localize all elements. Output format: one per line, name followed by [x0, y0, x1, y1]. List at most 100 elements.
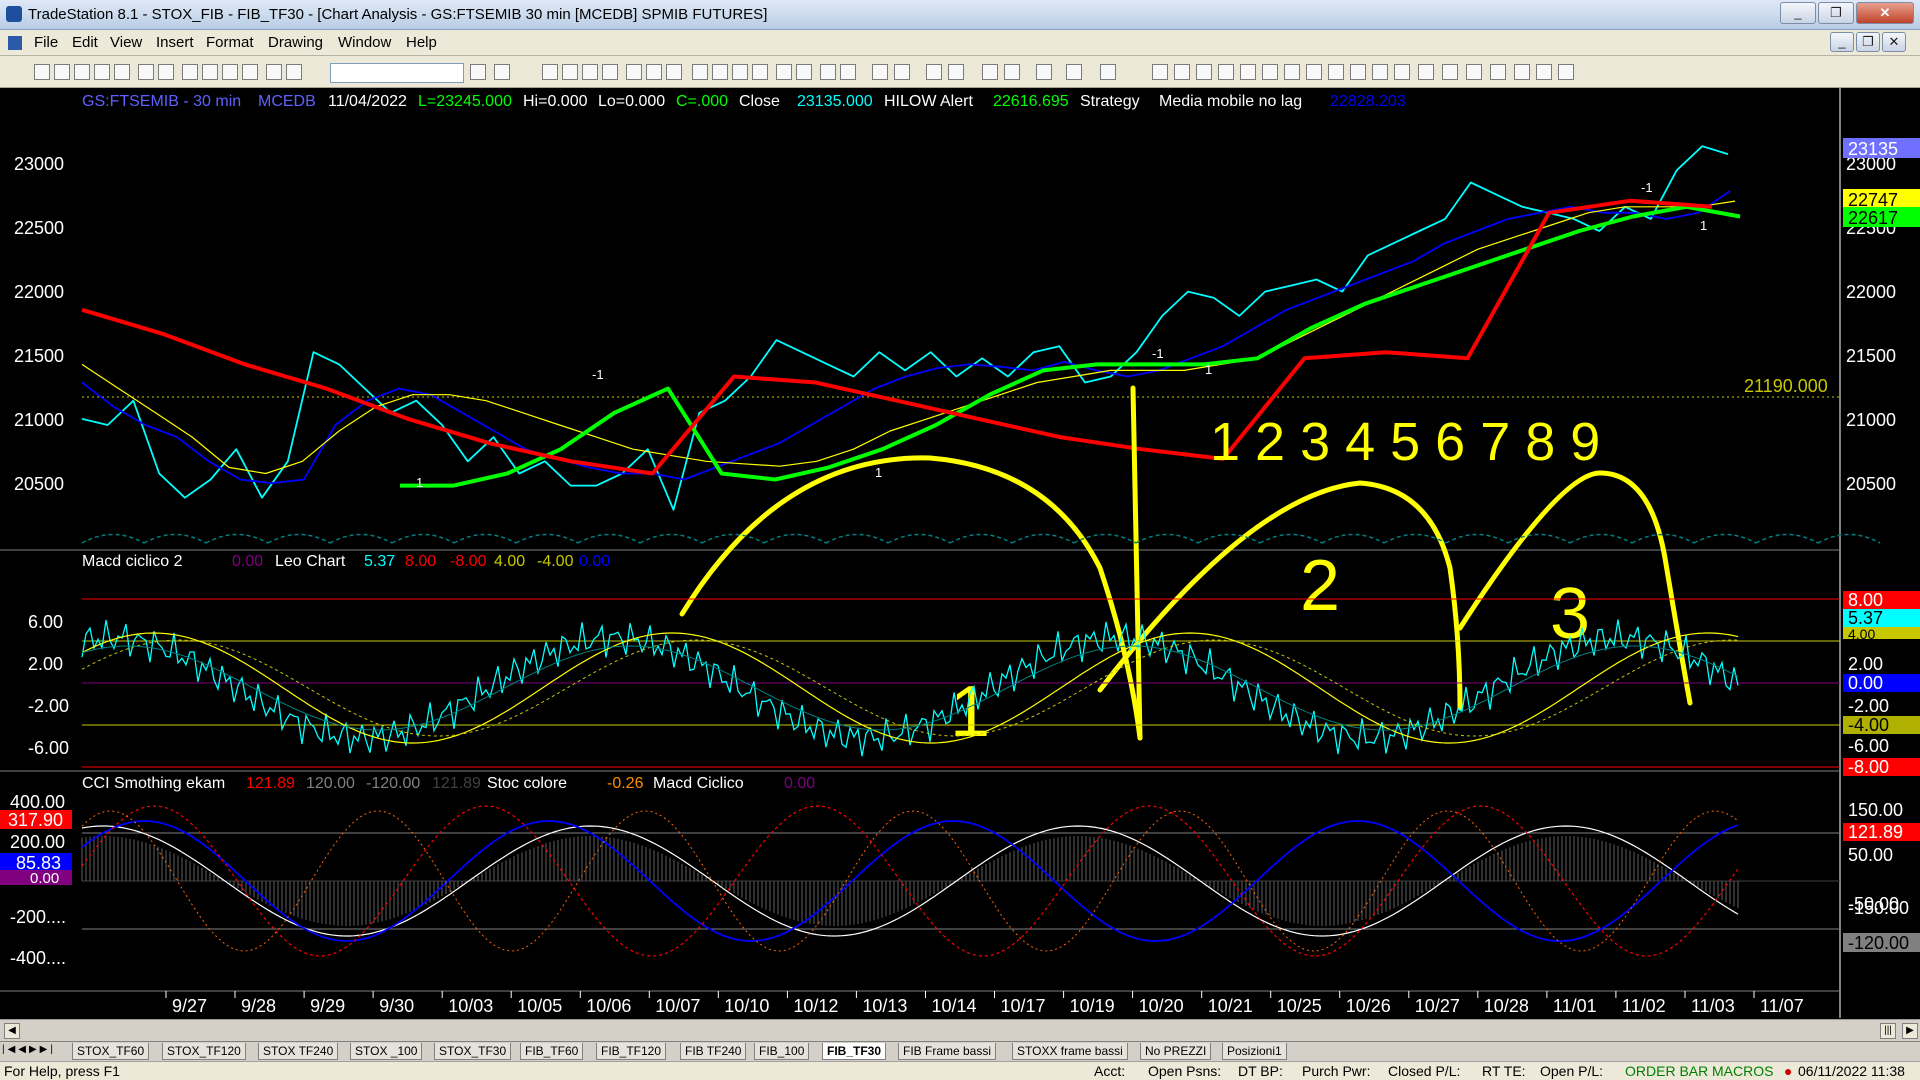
menu-insert[interactable]: Insert [156, 34, 194, 51]
tab-stox-tf30[interactable]: STOX_TF30 [434, 1043, 512, 1060]
zoom-out-icon[interactable] [948, 64, 964, 80]
line-icon[interactable] [626, 64, 642, 80]
format-icon[interactable] [1066, 64, 1082, 80]
menu-file[interactable]: File [34, 34, 58, 51]
radar-icon[interactable] [752, 64, 768, 80]
print-icon[interactable] [158, 64, 174, 80]
ellipse-icon[interactable] [1514, 64, 1530, 80]
alert-icon[interactable] [820, 64, 836, 80]
paste-icon-2[interactable] [242, 64, 258, 80]
tab-stoxx-frame-bassi[interactable]: STOXX frame bassi [1012, 1043, 1128, 1060]
text-icon[interactable] [1558, 64, 1574, 80]
expand-icon[interactable] [894, 64, 910, 80]
pencil-icon[interactable] [1306, 64, 1322, 80]
tab-stox-tf120[interactable]: STOX_TF120 [162, 1043, 246, 1060]
cut-icon[interactable] [182, 64, 198, 80]
matrix-icon[interactable] [776, 64, 792, 80]
analysis-icon[interactable] [732, 64, 748, 80]
redo-icon[interactable] [286, 64, 302, 80]
horizontal-line-icon[interactable] [1174, 64, 1190, 80]
grid-icon[interactable] [562, 64, 578, 80]
print-preview-icon[interactable] [138, 64, 154, 80]
tab-fib-tf30[interactable]: FIB_TF30 [822, 1043, 887, 1060]
menu-drawing[interactable]: Drawing [268, 34, 323, 51]
tab-stox-100[interactable]: STOX _100 [350, 1043, 423, 1060]
status-order-bar[interactable]: ORDER BAR [1625, 1063, 1708, 1079]
scroll-right-icon[interactable]: ▶ [1902, 1023, 1918, 1039]
tab-fib-tf60[interactable]: FIB_TF60 [520, 1043, 584, 1060]
vertical-line-icon[interactable] [1240, 64, 1256, 80]
tab-stox-tf240[interactable]: STOX TF240 [258, 1043, 339, 1060]
menu-view[interactable]: View [110, 34, 142, 51]
tab-posizioni1[interactable]: Posizioni1 [1222, 1043, 1287, 1060]
tools-icon[interactable] [1036, 64, 1052, 80]
zoom-in-icon[interactable] [926, 64, 942, 80]
move-icon[interactable] [872, 64, 888, 80]
arrow-down-icon[interactable] [1466, 64, 1482, 80]
arrow-up-icon[interactable] [1490, 64, 1506, 80]
channel-icon-2[interactable] [1350, 64, 1366, 80]
macd-right-tick: 2.00 [1848, 654, 1883, 674]
close-button[interactable]: ✕ [1856, 2, 1914, 24]
signal-label: 1 [1205, 362, 1212, 377]
document-icon[interactable] [8, 36, 22, 50]
tab-fib-tf120[interactable]: FIB_TF120 [596, 1043, 667, 1060]
tab-fib-100[interactable]: FIB_100 [754, 1043, 810, 1060]
order-icon[interactable] [840, 64, 856, 80]
undo-icon[interactable] [266, 64, 282, 80]
strategy-icon[interactable] [712, 64, 728, 80]
open-workspace-icon[interactable] [74, 64, 90, 80]
open-icon[interactable] [54, 64, 70, 80]
mdi-close-button[interactable]: ✕ [1882, 32, 1906, 52]
line-icon-2[interactable] [1394, 64, 1410, 80]
line-tool-icon[interactable] [1442, 64, 1458, 80]
chart-svg[interactable]: GS:FTSEMIB - 30 min MCEDB 11/04/2022 L=2… [0, 88, 1920, 1019]
fibonacci-icon-2[interactable] [1372, 64, 1388, 80]
chart-type-icon[interactable] [796, 64, 812, 80]
snap-icon[interactable] [1100, 64, 1116, 80]
arc-icon[interactable] [1284, 64, 1300, 80]
mdi-restore-button[interactable]: ❐ [1856, 32, 1880, 52]
tab-no-prezzi[interactable]: No PREZZI [1140, 1043, 1212, 1060]
table-icon[interactable] [582, 64, 598, 80]
menu-help[interactable]: Help [406, 34, 437, 51]
fibonacci-icon[interactable] [1196, 64, 1212, 80]
tab-stox-tf60[interactable]: STOX_TF60 [72, 1043, 150, 1060]
crosshair-icon[interactable] [1004, 64, 1020, 80]
mdi-minimize-button[interactable]: _ [1830, 32, 1854, 52]
chart-window[interactable]: GS:FTSEMIB - 30 min MCEDB 11/04/2022 L=2… [0, 88, 1920, 1019]
bar-icon[interactable] [602, 64, 618, 80]
pointer-icon[interactable] [982, 64, 998, 80]
trendline-icon[interactable] [1152, 64, 1168, 80]
play-icon[interactable] [470, 64, 486, 80]
rectangle-icon[interactable] [1536, 64, 1552, 80]
menu-edit[interactable]: Edit [72, 34, 98, 51]
symbol-dropdown[interactable] [330, 63, 464, 83]
menu-window[interactable]: Window [338, 34, 391, 51]
minimize-button[interactable]: _ [1780, 2, 1816, 24]
scroll-thumb-icon[interactable]: ||| [1880, 1023, 1896, 1039]
lock-icon[interactable] [222, 64, 238, 80]
restore-button[interactable]: ❐ [1818, 2, 1854, 24]
window-icon[interactable] [666, 64, 682, 80]
workspace-icon[interactable] [646, 64, 662, 80]
scroll-left-icon[interactable]: ◀ [4, 1023, 20, 1039]
channel-icon[interactable] [1218, 64, 1234, 80]
tab-scroll-icons[interactable]: |◀◀▶▶| [2, 1044, 72, 1058]
macd-tick: -2.00 [28, 696, 69, 716]
horizontal-scrollbar[interactable]: ◀ ||| ▶ [0, 1019, 1920, 1041]
arc-icon-2[interactable] [1418, 64, 1434, 80]
paste-icon[interactable] [202, 64, 218, 80]
menu-format[interactable]: Format [206, 34, 254, 51]
find-icon[interactable] [494, 64, 510, 80]
regression-icon[interactable] [1262, 64, 1278, 80]
status-macros[interactable]: MACROS [1712, 1063, 1773, 1079]
tab-fib-frame-bassi[interactable]: FIB Frame bassi [898, 1043, 997, 1060]
indicator-icon[interactable] [692, 64, 708, 80]
speed-line-icon[interactable] [1328, 64, 1344, 80]
chart-icon[interactable] [542, 64, 558, 80]
copy-icon[interactable] [94, 64, 110, 80]
tab-fib-tf240[interactable]: FIB TF240 [680, 1043, 747, 1060]
new-icon[interactable] [34, 64, 50, 80]
save-icon[interactable] [114, 64, 130, 80]
